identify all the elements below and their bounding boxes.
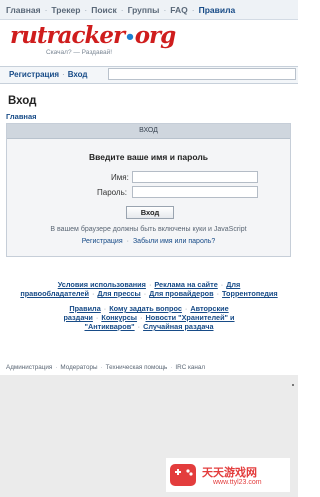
watermark-title: 天天游戏网 (202, 466, 257, 479)
footer-separator: · (184, 304, 188, 313)
nav-faq[interactable]: FAQ (170, 5, 187, 15)
forgot-password-link[interactable]: Забыли имя или пароль? (133, 238, 215, 245)
nav-search[interactable]: Поиск (91, 5, 117, 15)
footer-links: Условия использования · Реклама на сайте · Д… (18, 280, 280, 337)
register-link[interactable]: Регистрация (9, 70, 59, 79)
bottom-link-moderators[interactable]: Модераторы (60, 364, 97, 371)
panel-register-link[interactable]: Регистрация (82, 238, 123, 245)
logo-org: org (134, 22, 177, 49)
username-label: Имя: (111, 173, 129, 182)
top-nav-bar: Главная · Трекер · Поиск · Группы · FAQ … (0, 0, 298, 20)
footer-link-rules[interactable]: Правила (69, 304, 100, 313)
login-panel-header: ВХОД (7, 124, 290, 139)
nav-separator: · (120, 4, 124, 15)
nav-tracker[interactable]: Трекер (51, 5, 80, 15)
footer-separator: · (91, 289, 95, 298)
footer-separator: · (103, 304, 107, 313)
page-title: Вход (8, 95, 37, 107)
site-logo[interactable]: rutracker•org Скачал? — Раздавай! (10, 22, 176, 62)
panel-separator: · (126, 238, 129, 245)
login-button[interactable]: Вход (126, 206, 174, 219)
footer-separator: · (140, 313, 143, 322)
footer-separator: · (95, 313, 99, 322)
password-label: Пароль: (97, 188, 127, 197)
footer-links-group-2: Правила · Кому задать вопрос · Авторские раз… (18, 304, 280, 331)
username-field[interactable] (132, 171, 258, 183)
nav-home[interactable]: Главная (6, 5, 41, 15)
footer-link-whom-to-ask[interactable]: Кому задать вопрос (109, 304, 182, 313)
footer-link-providers[interactable]: Для провайдеров (149, 289, 213, 298)
bottom-link-administration[interactable]: Администрация (6, 364, 52, 371)
auth-nav-row: Регистрация · Вход (0, 66, 298, 84)
bottom-links: Администрация · Модераторы · Техническая пом… (6, 364, 205, 371)
footer-link-press[interactable]: Для прессы (97, 289, 140, 298)
footer-links-group-1: Условия использования · Реклама на сайте · Д… (18, 280, 280, 298)
auth-separator: · (62, 70, 65, 79)
bottom-separator: · (100, 364, 103, 371)
logo-tagline: Скачал? — Раздавай! (46, 49, 113, 56)
cookie-note: В вашем браузере должны быть включены ку… (50, 226, 247, 233)
footer-separator: · (216, 289, 220, 298)
auth-links: Регистрация · Вход (9, 70, 88, 79)
footer-link-ads[interactable]: Реклама на сайте (154, 280, 217, 289)
nav-groups[interactable]: Группы (128, 5, 160, 15)
logo-dot: • (124, 27, 135, 48)
watermark: 天天游戏网 www.ttyl23.com (166, 458, 290, 492)
bottom-separator: · (170, 364, 173, 371)
logo-tracker: tracker (36, 22, 125, 49)
bottom-link-tech-support[interactable]: Техническая помощь (106, 364, 168, 371)
password-field[interactable] (132, 186, 258, 198)
nav-rules[interactable]: Правила (199, 5, 236, 15)
nav-separator: · (163, 4, 167, 15)
nav-separator: · (191, 4, 195, 15)
logo-ru: ru (10, 22, 38, 49)
panel-links: Регистрация · Забыли имя или пароль? (7, 238, 290, 245)
logo-text: rutracker•org (10, 22, 176, 51)
login-panel: ВХОД Введите ваше имя и пароль Имя: Паро… (6, 123, 291, 257)
footer-link-torrentopedia[interactable]: Торрентопедия (222, 289, 278, 298)
footer-link-contests[interactable]: Конкурсы (101, 313, 137, 322)
search-input[interactable] (108, 68, 296, 80)
footer-link-terms[interactable]: Условия использования (58, 280, 146, 289)
login-link[interactable]: Вход (68, 70, 88, 79)
footer-separator: · (143, 289, 147, 298)
footer-separator: · (148, 280, 152, 289)
nav-separator: · (84, 4, 88, 15)
footer-link-random-release[interactable]: Случайная раздача (143, 322, 213, 331)
bottom-separator: · (55, 364, 58, 371)
footer-separator: · (220, 280, 224, 289)
breadcrumb-home[interactable]: Главная (6, 112, 37, 121)
game-controller-icon (170, 464, 196, 486)
scroll-marker (292, 384, 294, 386)
nav-separator: · (44, 4, 48, 15)
login-prompt: Введите ваше имя и пароль (89, 152, 208, 162)
watermark-url: www.ttyl23.com (213, 479, 262, 486)
bottom-link-irc[interactable]: IRC канал (175, 364, 205, 371)
footer-separator: · (137, 322, 141, 331)
